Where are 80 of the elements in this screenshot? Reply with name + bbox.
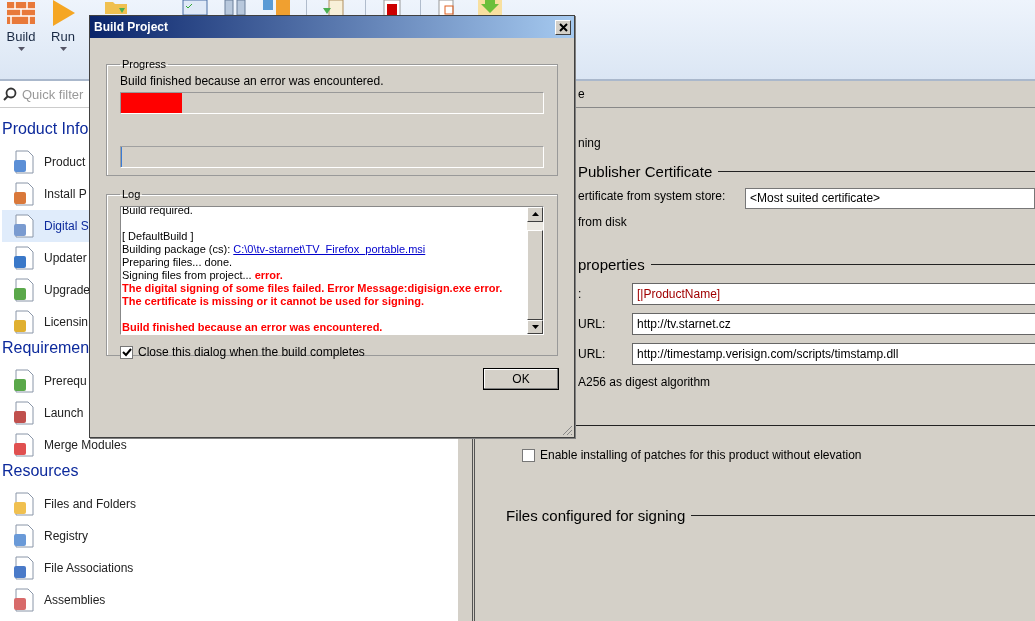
page-icon: [12, 278, 36, 302]
checkbox-label: Close this dialog when the build completes: [138, 345, 365, 359]
checkbox[interactable]: [120, 345, 133, 359]
toolbar-button[interactable]: Run: [44, 0, 82, 79]
sidebar-item[interactable]: Prerequ: [2, 365, 89, 397]
sidebar-item[interactable]: Digital S: [2, 210, 91, 242]
field-label: :: [578, 287, 583, 301]
sidebar-item[interactable]: File Associations: [2, 552, 136, 584]
certificate-dropdown[interactable]: <Most suited certificate>: [745, 188, 1035, 209]
error-text: error.: [254, 269, 283, 281]
box-icon: [262, 0, 292, 16]
section-heading: properties: [578, 255, 645, 273]
close-button[interactable]: [555, 19, 571, 35]
section-title: Requiremen: [1, 338, 90, 358]
folder-icon: [105, 0, 127, 14]
log-text: Build required.: [122, 207, 193, 216]
page-icon: [12, 246, 36, 270]
checkbox-label: Enable installing of patches for this product without elevation: [540, 448, 862, 462]
group-title: Progress: [121, 58, 168, 70]
header-text: e: [578, 87, 585, 101]
scroll-thumb[interactable]: [527, 229, 543, 320]
resize-grip-icon[interactable]: [561, 424, 573, 436]
sidebar-item[interactable]: Assemblies: [2, 584, 108, 616]
page-icon: [12, 556, 36, 580]
sidebar-item[interactable]: Updater: [2, 242, 89, 274]
ok-button[interactable]: OK: [483, 368, 559, 390]
sidebar-item[interactable]: Registry: [2, 520, 90, 552]
sidebar-item[interactable]: Launch: [2, 397, 89, 429]
text-field[interactable]: http://timestamp.verisign.com/scripts/timstamp.dll: [632, 343, 1035, 365]
log-text: Building package (cs):: [122, 243, 232, 255]
digest-label: A256 as digest algorithm: [578, 375, 712, 389]
sidebar-item[interactable]: Product: [2, 146, 89, 178]
error-text: Build finished because an error was encountered.: [122, 321, 383, 333]
close-icon: [558, 22, 568, 32]
log-text: Preparing files... done.: [122, 256, 233, 268]
toolbar-button[interactable]: Build: [2, 0, 40, 79]
text-field[interactable]: [|ProductName]: [632, 283, 1035, 305]
dialog-title: Build Project: [94, 20, 168, 34]
store-label: ertificate from system store:: [578, 188, 727, 203]
error-text: The certificate is missing or it cannot be used for signing.: [122, 295, 424, 307]
sidebar-item[interactable]: Merge Modules: [2, 429, 129, 461]
section-heading: Publisher Certificate: [578, 162, 713, 180]
field-label: URL:: [578, 347, 607, 361]
error-text: The digital signing of some files failed. Error Message:digisign.exe error.: [122, 282, 503, 294]
page-icon: [12, 492, 36, 516]
scrollbar[interactable]: [527, 207, 543, 334]
disk-option-label: from disk: [578, 215, 628, 231]
search-icon: [3, 87, 17, 101]
page-icon: [12, 433, 36, 457]
page-icon: [12, 369, 36, 393]
up-arrow-icon: [531, 212, 539, 217]
section-title: Resources: [1, 461, 79, 481]
brick-wall-icon: [5, 0, 37, 26]
page-icon: [12, 182, 36, 206]
quick-filter-field[interactable]: Quick filter: [20, 85, 324, 103]
sidebar-item[interactable]: Install P: [2, 178, 89, 210]
checkbox[interactable]: [522, 448, 535, 462]
group-title: Log: [121, 188, 142, 200]
field-label: URL:: [578, 317, 607, 331]
section-heading: Files configured for signing: [506, 506, 686, 524]
status-text: Build finished because an error was encountered.: [120, 74, 385, 88]
page-icon: [12, 524, 36, 548]
page-icon: [12, 214, 36, 238]
sidebar-item[interactable]: Upgrade: [2, 274, 93, 306]
signing-text: ning: [578, 136, 602, 152]
sidebar-item[interactable]: Files and Folders: [2, 488, 139, 520]
file-link[interactable]: C:\0\tv-starnet\TV_Firefox_portable.msi: [233, 243, 426, 255]
page-icon: [12, 310, 36, 334]
log-text: [ DefaultBuild ]: [122, 230, 194, 242]
text-field[interactable]: http://tv.starnet.cz: [632, 313, 1035, 335]
page-icon: [12, 588, 36, 612]
server-icon: [222, 0, 248, 16]
download-icon: [475, 0, 505, 16]
down-arrow-icon: [531, 324, 539, 329]
sidebar-item[interactable]: Licensin: [2, 306, 91, 338]
page-icon: [12, 401, 36, 425]
window-icon: [182, 0, 208, 16]
log-text: Signing files from project...: [122, 269, 253, 281]
section-title: Product Info: [1, 119, 89, 139]
page-icon: [12, 150, 36, 174]
